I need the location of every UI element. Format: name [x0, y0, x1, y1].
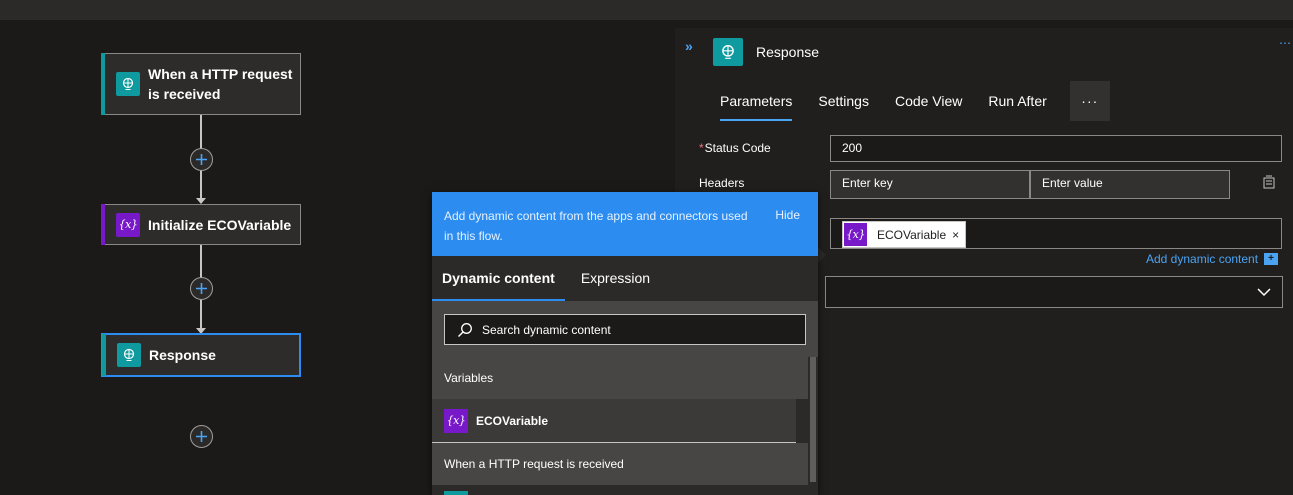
tab-parameters[interactable]: Parameters: [707, 81, 805, 121]
popup-header: Add dynamic content from the apps and co…: [432, 192, 818, 256]
variable-icon: {x}: [844, 223, 867, 246]
variable-icon: {x}: [444, 408, 468, 433]
remove-token-icon[interactable]: ×: [952, 228, 959, 242]
card-title: Initialize ECOVariable: [148, 216, 292, 233]
card-accent-bar: [101, 204, 105, 245]
card-accent-bar: [102, 334, 106, 376]
list-item-label: ECOVariable: [476, 413, 549, 428]
card-title: When a HTTP request is received: [148, 66, 293, 102]
header-key-input[interactable]: Enter key: [830, 170, 1030, 199]
ecovariable-token[interactable]: {x} ECOVariable ×: [842, 221, 967, 248]
header-value-input[interactable]: Enter value: [1030, 170, 1230, 199]
popup-pointer: [818, 247, 826, 263]
more-options-icon[interactable]: ⋯: [1279, 36, 1291, 50]
response-icon: [713, 38, 743, 66]
dynamic-content-popup: Add dynamic content from the apps and co…: [432, 192, 818, 495]
card-title: Response: [149, 347, 216, 363]
action-card-initialize-variable[interactable]: {x} Initialize ECOVariable: [101, 204, 301, 245]
variable-icon: {x}: [116, 212, 140, 237]
list-item-ecovariable[interactable]: {x} ECOVariable: [432, 399, 796, 443]
tab-expression[interactable]: Expression: [571, 256, 660, 301]
token-label: ECOVariable: [877, 227, 947, 242]
status-code-label: *Status Code: [699, 141, 771, 155]
popup-message: Add dynamic content from the apps and co…: [444, 209, 748, 243]
chevron-down-icon: [1257, 288, 1271, 297]
trigger-card-http-request[interactable]: When a HTTP request is received: [101, 53, 301, 115]
tab-dynamic-content[interactable]: Dynamic content: [432, 256, 565, 301]
section-variables: Variables: [432, 357, 818, 399]
scrollbar-thumb[interactable]: [810, 357, 816, 482]
status-code-input[interactable]: 200: [830, 135, 1282, 162]
popup-tabs: Dynamic content Expression: [432, 256, 818, 301]
collapse-panel-icon[interactable]: »: [685, 38, 693, 54]
panel-title: Response: [756, 44, 820, 60]
headers-label: Headers: [699, 176, 745, 190]
search-input[interactable]: Search dynamic content: [444, 314, 806, 345]
tab-run-after[interactable]: Run After: [975, 81, 1059, 121]
plus-icon[interactable]: [190, 277, 213, 300]
response-icon: [117, 343, 141, 367]
hide-button[interactable]: Hide: [775, 208, 800, 222]
switch-to-text-mode-icon[interactable]: [1262, 175, 1276, 189]
http-request-icon: [116, 72, 140, 96]
section-http-request: When a HTTP request is received: [432, 443, 818, 485]
add-dynamic-content-link[interactable]: Add dynamic content +: [1146, 252, 1279, 266]
search-container: Search dynamic content: [432, 301, 818, 357]
search-placeholder: Search dynamic content: [482, 322, 611, 337]
panel-tabs: Parameters Settings Code View Run After …: [707, 81, 1110, 121]
plus-icon[interactable]: [190, 425, 213, 448]
tab-code-view[interactable]: Code View: [882, 81, 975, 121]
schema-select[interactable]: [825, 276, 1283, 308]
http-request-icon: [444, 491, 468, 495]
search-icon: [458, 322, 472, 337]
card-accent-bar: [101, 53, 105, 115]
add-icon: +: [1264, 253, 1279, 265]
plus-icon[interactable]: [190, 148, 213, 171]
tabs-more-button[interactable]: ···: [1069, 81, 1110, 121]
top-bar: [0, 0, 1293, 20]
action-card-response[interactable]: Response: [101, 333, 301, 377]
popup-scrollbar[interactable]: [808, 357, 818, 495]
tab-settings[interactable]: Settings: [805, 81, 882, 121]
